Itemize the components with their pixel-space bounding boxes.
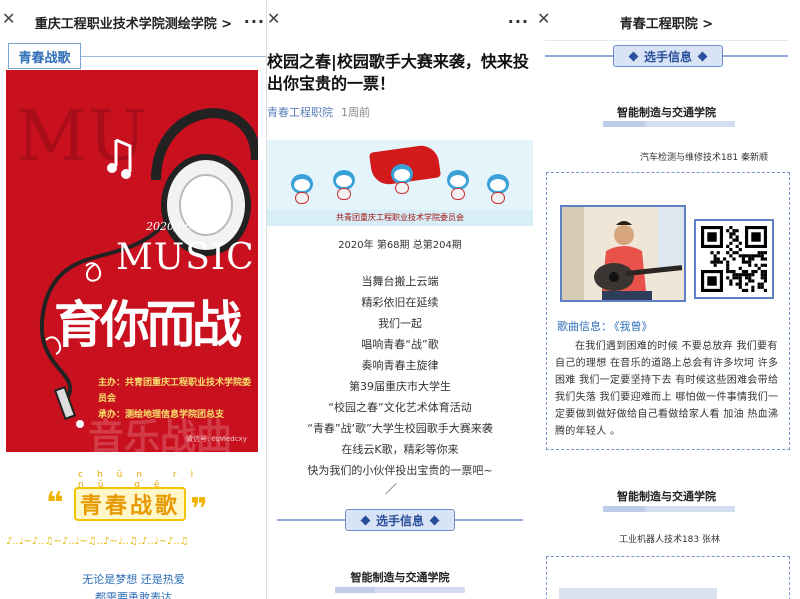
verse-line: 我们一起 bbox=[378, 317, 422, 330]
panel-middle: ✕ ··· 校园之春|校园歌手大赛来袭，快来投出你宝贵的一票！ 青春工程职院 1周… bbox=[267, 0, 533, 599]
article-meta: 青春工程职院 1周前 bbox=[267, 104, 370, 120]
diamond-icon bbox=[628, 51, 639, 61]
diamond-icon bbox=[360, 515, 371, 525]
contestant-photo bbox=[559, 588, 717, 599]
school-name: 智能制造与交通学院 bbox=[350, 571, 450, 584]
diamond-icon bbox=[697, 51, 708, 61]
qr-code bbox=[694, 219, 774, 299]
top-bar: ✕ ··· bbox=[267, 0, 533, 40]
poster-date: 2020/06 bbox=[146, 220, 192, 233]
school-name: 智能制造与交通学院 bbox=[617, 106, 716, 119]
section-pill: 选手信息 bbox=[613, 45, 723, 67]
mascot-icon bbox=[331, 170, 357, 200]
close-icon[interactable]: ✕ bbox=[267, 11, 283, 27]
student-info: 工业机器人技术183 张林 bbox=[618, 535, 720, 545]
diamond-icon bbox=[429, 515, 440, 525]
school-name: 智能制造与交通学院 bbox=[617, 490, 716, 503]
verse-line: 当舞台搬上云端 bbox=[361, 275, 439, 288]
section-tag: 青春战歌 bbox=[8, 43, 81, 69]
article-source[interactable]: 青春工程职院 bbox=[267, 106, 333, 119]
banner-caption: 共青团重庆工程职业技术学院委员会 bbox=[267, 210, 533, 226]
top-bar: ✕ 重庆工程职业技术学院测绘学院 > ··· bbox=[0, 0, 267, 40]
account-title[interactable]: 重庆工程职业技术学院测绘学院 > bbox=[0, 13, 267, 32]
panel-left: ✕ 重庆工程职业技术学院测绘学院 > ··· 青春战歌 MU 2020/06 M… bbox=[0, 0, 267, 599]
student-info: 汽车检测与维修技术181 秦新顺 bbox=[639, 153, 768, 163]
verse-line: 快为我们的小伙伴投出宝贵的一票吧~ bbox=[307, 464, 493, 477]
more-icon[interactable]: ··· bbox=[244, 12, 265, 31]
verse-line: “校园之春”文化艺术体育活动 bbox=[328, 401, 472, 414]
contestant-section-header: 选手信息 bbox=[533, 45, 800, 67]
article-time: 1周前 bbox=[341, 106, 370, 119]
song-info: 歌曲信息： 《我曾》 bbox=[557, 318, 653, 334]
top-bar: ✕ 青春工程职院 > bbox=[533, 0, 800, 40]
account-title[interactable]: 青春工程职院 > bbox=[533, 13, 800, 32]
article-banner: 共青团重庆工程职业技术学院委员会 bbox=[267, 140, 533, 226]
verse-line: “青春”战‘歌”大学生校园歌手大赛来袭 bbox=[307, 422, 493, 435]
verse-line: 奏响青春主旋律 bbox=[361, 359, 439, 372]
school-underline bbox=[603, 506, 735, 512]
more-icon[interactable]: ··· bbox=[508, 12, 529, 31]
slash-mark: ／ bbox=[385, 482, 398, 496]
contestant-statement: 在我们遇到困难的时候 不要总放弃 我们要有自己的理想 在音乐的道路上总会有许多坎… bbox=[555, 341, 779, 437]
section-tag-line bbox=[81, 56, 267, 57]
quote-right-icon: ❞ bbox=[190, 492, 208, 527]
mascot-icon bbox=[389, 164, 415, 194]
verse-line: 在线云K歌，精彩等你来 bbox=[341, 443, 459, 456]
contestant-photo bbox=[560, 205, 686, 302]
poster-organizer: 主办：共青团重庆工程职业技术学院委员会 bbox=[98, 378, 252, 404]
issue-number: 2020年 第68期 总第204期 bbox=[338, 240, 462, 251]
song-label: 歌曲信息： bbox=[557, 320, 612, 333]
song-title-art: chūn rì nǔ gē ❝ 青春战歌 ❞ bbox=[40, 470, 220, 540]
section-label: 选手信息 bbox=[643, 49, 692, 64]
intro-line-2: 都需要勇敢表达 bbox=[95, 591, 172, 599]
poster-wechat: 微信号: cqviedcxy bbox=[186, 435, 247, 443]
verse-line: 第39届重庆市大学生 bbox=[349, 380, 451, 393]
poster-music: MUSIC bbox=[116, 237, 255, 278]
guitarist-graphic bbox=[562, 207, 684, 300]
section-label: 选手信息 bbox=[375, 513, 424, 528]
article-title: 校园之春|校园歌手大赛来袭，快来投出你宝贵的一票！ bbox=[267, 52, 529, 93]
poster-ghost-text: 音乐战曲 bbox=[88, 417, 233, 452]
title-box: 青春战歌 bbox=[74, 487, 186, 521]
header-rule bbox=[545, 40, 788, 41]
poster-image: MU 2020/06 MUSIC 育你而战 主办：共青团重庆工程职业技术学院委员… bbox=[6, 70, 258, 452]
music-notes-divider: ♪..♩~♪..♫~♪..♩~♫..♪~♩..♫.♪..♩~♪..♫ bbox=[6, 536, 189, 547]
quote-left-icon: ❝ bbox=[46, 486, 64, 521]
verse-line: 唱响青春“战”歌 bbox=[361, 338, 439, 351]
mascot-icon bbox=[485, 174, 511, 204]
qr-code-icon bbox=[701, 226, 767, 292]
contestant-section-header: 选手信息 bbox=[267, 509, 533, 531]
mascot-icon bbox=[289, 174, 315, 204]
svg-text:MU: MU bbox=[16, 95, 147, 177]
mascot-icon bbox=[445, 170, 471, 200]
song-name: 《我曾》 bbox=[614, 320, 653, 333]
section-pill: 选手信息 bbox=[345, 509, 455, 531]
intro-line-1: 无论是梦想 还是热爱 bbox=[82, 573, 185, 586]
verse-line: 精彩依旧在延续 bbox=[361, 296, 439, 309]
school-underline bbox=[335, 587, 465, 593]
poster-title: 育你而战 bbox=[54, 296, 242, 354]
school-underline bbox=[603, 121, 735, 127]
